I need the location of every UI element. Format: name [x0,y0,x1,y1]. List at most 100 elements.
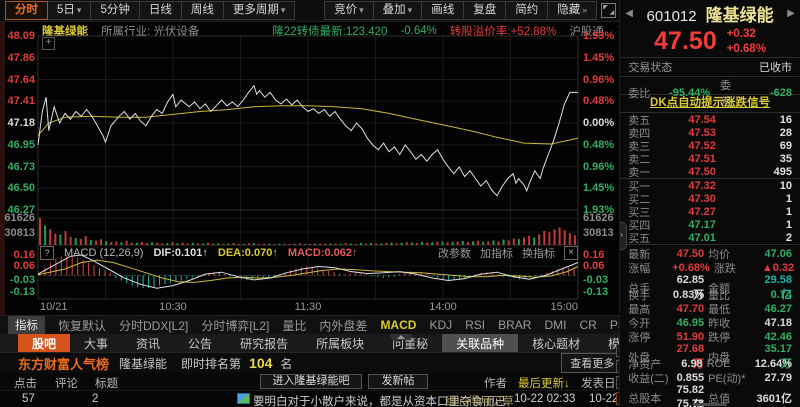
axis-label: 47.64 [7,73,35,86]
indicator-brar[interactable]: BRAR [498,318,531,332]
collapse-up-handle[interactable] [390,334,412,340]
replay-button[interactable]: 复盘 [463,1,507,20]
post-date: 10-22 [589,393,619,405]
axis-label: 30813 [583,227,614,239]
col-author[interactable]: 作者 [484,375,507,391]
axis-label: 0.48% [583,95,615,108]
indicator-menu-button[interactable]: 指标 [8,316,45,334]
col-title[interactable]: 标题 [95,375,118,391]
period-5min-button[interactable]: 5分钟 [90,1,140,20]
double-arrow-icon: » [582,5,588,15]
col-date[interactable]: 发表日期↓ [581,375,619,391]
close-icon[interactable]: × [564,246,578,260]
tab-bankuai[interactable]: 所属板块 [302,334,378,352]
post-updated: 10-22 02:33 [514,393,576,405]
indicator-kdj[interactable]: KDJ [429,318,452,332]
auction-button[interactable]: 竞价 ▾ [324,1,374,20]
tab-guanlian[interactable]: 关联品种 [442,334,519,352]
buy-qty: 1 [785,205,792,218]
col-comments[interactable]: 评论 [55,375,78,391]
stock-identity: 601012 隆基绿能 [633,1,787,26]
axis-label: 61626 [583,212,614,224]
switch-indicator-button[interactable]: 换指标 [522,245,555,261]
stat-value: ▲0.32 [761,261,795,274]
tab-yanbao[interactable]: 研究报告 [226,334,302,352]
page-icon[interactable]: ⊡ [615,344,620,357]
indicator-cr[interactable]: CR [579,318,596,332]
axis-label: 47.18 [7,117,35,129]
col-clicks[interactable]: 点击 [14,375,37,391]
indicator-boyi[interactable]: 分时博弈[L2] [201,317,269,334]
stat-value: 6.98 [681,358,703,371]
tab-zixun[interactable]: 资讯 [122,334,174,352]
indicator-reset[interactable]: 恢复默认 [58,317,106,334]
period-5day-button[interactable]: 5日 ▾ [47,1,92,20]
buy-price: 47.30 [688,192,716,205]
buy-qty: 10 [779,179,792,192]
prev-stock-icon[interactable]: ◀ [625,8,633,19]
tab-guba[interactable]: 股吧 [18,334,71,352]
post-clicks: 57 [22,393,35,405]
help-icon[interactable]: ? [40,246,54,260]
next-stock-icon[interactable]: ▶ [787,8,795,19]
indicator-dmi[interactable]: DMI [544,318,566,332]
axis-label: 47.41 [7,95,35,108]
indicator-liangbi[interactable]: 量比 [282,317,306,334]
sell-row[interactable]: 卖一 47.50 495 [620,165,800,179]
forum-post-row[interactable]: 57 2 要明白对于小散户来说，都是从资本口里夺食而已 细心得月见草 10-22… [0,390,620,407]
period-more-button[interactable]: 更多周期 ▾ [222,1,296,20]
panel-collapse-handle[interactable]: › [620,222,628,250]
panel-scrollbar[interactable] [693,403,728,406]
change-params-button[interactable]: 改参数 [438,245,471,261]
period-daily-button[interactable]: 日线 [138,1,182,20]
period-fenshi-button[interactable]: 分时 [5,1,48,20]
indicator-psy[interactable]: PSY [610,318,619,332]
indicator-rsi[interactable]: RSI [465,318,485,332]
stat-row: 收益(二) 0.855 PE(动)* 27.79 [620,370,800,385]
indicator-neiwai[interactable]: 内外盘差 [319,317,367,334]
tab-hexin[interactable]: 核心题材 [518,334,594,352]
simple-mode-button[interactable]: 简约 [505,1,549,20]
new-post-button[interactable]: 发新帖 [368,374,428,389]
last-price: 47.50 [654,27,717,55]
sell-qty: 28 [779,126,792,139]
buy-price: 47.01 [688,231,716,244]
indicator-macd[interactable]: MACD [380,318,416,332]
stat-value: 27.79 [764,372,792,385]
sell-qty: 69 [779,139,792,152]
col-updated[interactable]: 最后更新↓ [518,375,570,391]
overlay-button[interactable]: 叠加 ▾ [372,1,423,20]
intraday-chart[interactable]: 隆基绿能 所属行业: 光伏设备 隆22转债最新:123.420 -0.64% 转… [0,22,620,315]
buy-qty: 1 [785,192,792,205]
indicator-ddx[interactable]: 分时DDX[L2] [119,317,188,334]
add-indicator-button[interactable]: 加指标 [480,245,513,261]
view-more-button[interactable]: 查看更多 [561,353,620,373]
period-weekly-button[interactable]: 周线 [180,1,224,20]
drawline-button[interactable]: 画线 [421,1,465,20]
tab-dashi[interactable]: 大事 [70,334,122,352]
stock-code: 601012 [646,7,697,25]
post-author[interactable]: 细心得月见草 [445,393,514,407]
stat-value: 0.74 [770,289,792,302]
stat-value: 47.70 [676,303,705,316]
hide-button[interactable]: 隐藏» [547,1,598,20]
buy-qty: 1 [785,218,792,231]
axis-label: 46.95 [7,138,35,151]
stat-label: 涨幅 [628,262,651,275]
sell-qty: 16 [779,113,792,126]
popularity-title[interactable]: 东方财富人气榜 [18,354,109,373]
buy-queue: 买一 47.32 10 买二 47.30 1 买三 47.27 1 买四 47.17 1 买五 4… [620,178,800,245]
intraday-chart-svg[interactable] [0,22,619,315]
enter-forum-button[interactable]: 进入隆基绿能吧 [260,374,362,389]
expand-plus-icon[interactable]: + [42,37,55,50]
macd-title: MACD (12,26,9) [64,247,144,259]
stat-value: 12.64% [754,358,792,371]
fullscreen-icon[interactable] [601,3,617,18]
buy-row[interactable]: 买五 47.01 2 [620,231,800,245]
tab-gonggao[interactable]: 公告 [174,334,226,352]
english-icon[interactable]: E [615,360,620,373]
alert-icon[interactable]: ! [615,376,620,389]
scroll-top-icon[interactable]: ▲ [615,392,620,405]
post-comments: 2 [92,393,99,405]
stat-value: 0.855 [676,372,705,385]
